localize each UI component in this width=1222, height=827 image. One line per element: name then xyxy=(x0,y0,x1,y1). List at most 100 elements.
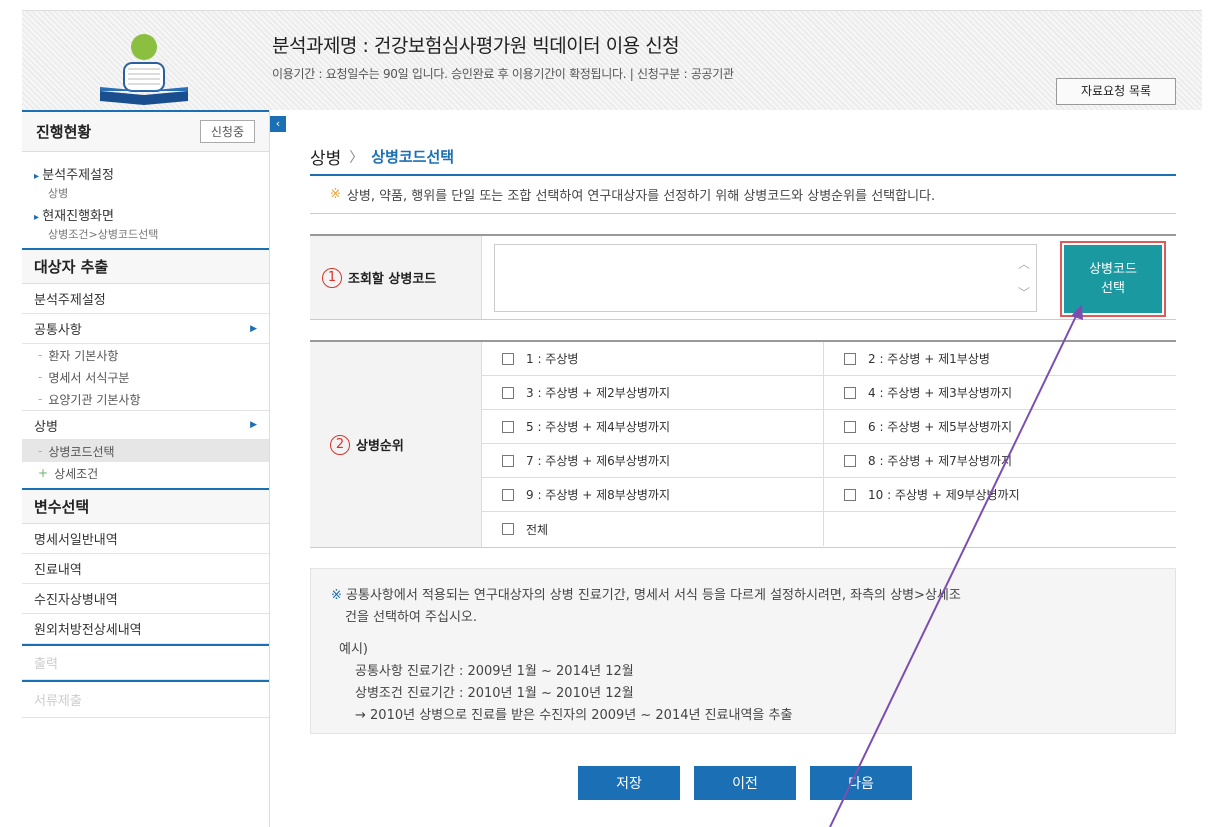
rank-option[interactable]: 2 : 주상병 + 제1부상병 xyxy=(824,342,1176,376)
select-code-button[interactable]: 상병코드 선택 xyxy=(1060,241,1166,317)
checkbox-icon[interactable] xyxy=(844,488,856,501)
info-text: ※ 공통사항에서 적용되는 연구대상자의 상병 진료기간, 명세서 서식 등을 … xyxy=(331,585,1155,607)
dash-icon: - xyxy=(38,392,43,406)
sidebar-item-label: 분석주제설정 xyxy=(34,293,106,308)
step-number-2: 2 xyxy=(330,434,350,455)
progress-status: 분석주제설정 상병 현재진행화면 상병조건>상병코드선택 xyxy=(22,152,269,248)
example-line: → 2010년 상병으로 진료를 받은 수진자의 2009년 ~ 2014년 진… xyxy=(355,708,793,723)
info-line-2: 건을 선택하여 주십시오. xyxy=(345,610,477,625)
rank-option-all[interactable]: 전체 xyxy=(482,512,824,546)
rank-option-label: 7 : 주상병 + 제6부상병까지 xyxy=(526,454,670,468)
save-button[interactable]: 저장 xyxy=(578,766,680,800)
select-code-button-face[interactable]: 상병코드 선택 xyxy=(1064,245,1162,313)
info-line-1: 공통사항에서 적용되는 연구대상자의 상병 진료기간, 명세서 서식 등을 다르… xyxy=(346,588,961,603)
sidebar-subitem-patient[interactable]: - 환자 기본사항 xyxy=(22,344,269,366)
rank-row-label: 2 상병순위 xyxy=(310,342,482,547)
sidebar-subitem-form[interactable]: - 명세서 서식구분 xyxy=(22,366,269,388)
scroll-down-icon[interactable]: ﹀ xyxy=(1018,284,1030,301)
breadcrumb-parent: 상병 xyxy=(310,149,342,169)
arrow-right-icon: ▶ xyxy=(250,323,257,334)
sidebar-item-disease[interactable]: 상병 ▶ xyxy=(22,410,269,440)
sidebar-item-variable[interactable]: 원외처방전상세내역 xyxy=(22,614,269,644)
status-topic-label: 분석주제설정 xyxy=(34,164,257,183)
rank-option-label: 5 : 주상병 + 제4부상병까지 xyxy=(526,420,670,434)
sidebar-subitem-label: 상병코드선택 xyxy=(48,444,115,459)
progress-header: 진행현황 신청중 xyxy=(22,110,269,152)
collapse-sidebar-icon[interactable]: ‹ xyxy=(270,116,286,132)
dash-icon: - xyxy=(38,444,43,458)
rank-option-label: 9 : 주상병 + 제8부상병까지 xyxy=(526,488,670,502)
rank-option[interactable]: 5 : 주상병 + 제4부상병까지 xyxy=(482,410,824,444)
sidebar-item-common[interactable]: 공통사항 ▶ xyxy=(22,314,269,344)
rank-option-label: 4 : 주상병 + 제3부상병까지 xyxy=(868,386,1012,400)
page: 분석과제명 : 건강보험심사평가원 빅데이터 이용 신청 이용기간 : 요청일수… xyxy=(0,0,1222,827)
rank-option[interactable]: 3 : 주상병 + 제2부상병까지 xyxy=(482,376,824,410)
status-badge: 신청중 xyxy=(199,120,255,143)
status-current-label: 현재진행화면 xyxy=(34,205,257,224)
sidebar-item-topic[interactable]: 분석주제설정 xyxy=(22,284,269,314)
sidebar-subitem-institution[interactable]: - 요양기관 기본사항 xyxy=(22,388,269,410)
sidebar: 진행현황 신청중 분석주제설정 상병 현재진행화면 상병조건>상병코드선택 대상… xyxy=(22,110,270,827)
rank-option-label: 3 : 주상병 + 제2부상병까지 xyxy=(526,386,670,400)
sidebar-subitem-detail[interactable]: + 상세조건 xyxy=(22,462,269,484)
rank-row: 2 상병순위 1 : 주상병 2 : 주상병 + 제1부상병 3 : 주상병 +… xyxy=(310,340,1176,548)
checkbox-icon[interactable] xyxy=(502,420,514,433)
rank-option-label: 1 : 주상병 xyxy=(526,352,579,366)
rank-option[interactable]: 6 : 주상병 + 제5부상병까지 xyxy=(824,410,1176,444)
rank-label-text: 상병순위 xyxy=(356,439,404,454)
info-mark-icon: ※ xyxy=(331,588,342,603)
rank-option-label: 10 : 주상병 + 제9부상병까지 xyxy=(868,488,1020,502)
rank-option[interactable]: 1 : 주상병 xyxy=(482,342,824,376)
checkbox-icon[interactable] xyxy=(502,352,514,365)
info-box: ※ 공통사항에서 적용되는 연구대상자의 상병 진료기간, 명세서 서식 등을 … xyxy=(310,568,1176,734)
example-line: 상병조건 진료기간 : 2010년 1월 ~ 2010년 12월 xyxy=(355,686,634,701)
rank-option[interactable]: 10 : 주상병 + 제9부상병까지 xyxy=(824,478,1176,512)
request-list-button[interactable]: 자료요청 목록 xyxy=(1056,78,1176,105)
rank-option-label: 2 : 주상병 + 제1부상병 xyxy=(868,352,990,366)
rank-option[interactable]: 4 : 주상병 + 제3부상병까지 xyxy=(824,376,1176,410)
status-topic-value: 상병 xyxy=(48,187,69,200)
example-title: 예시) xyxy=(339,642,368,657)
select-code-label-2: 선택 xyxy=(1101,281,1125,296)
logo-reader-icon xyxy=(100,34,188,105)
next-button[interactable]: 다음 xyxy=(810,766,912,800)
sidebar-subitem-code-select[interactable]: - 상병코드선택 xyxy=(22,440,269,462)
status-current-value: 상병조건>상병코드선택 xyxy=(48,228,159,241)
checkbox-icon[interactable] xyxy=(502,386,514,399)
checkbox-icon[interactable] xyxy=(844,352,856,365)
breadcrumb-current: 상병코드선택 xyxy=(371,148,455,166)
checkbox-icon[interactable] xyxy=(844,454,856,467)
rank-option[interactable]: 7 : 주상병 + 제6부상병까지 xyxy=(482,444,824,478)
code-row: 1 조회할 상병코드 ︿ ﹀ 상병코드 선택 xyxy=(310,234,1176,320)
sidebar-subitem-label: 명세서 서식구분 xyxy=(48,370,130,385)
prev-button[interactable]: 이전 xyxy=(694,766,796,800)
sidebar-item-submit: 서류제출 xyxy=(22,680,269,718)
rank-option[interactable]: 8 : 주상병 + 제7부상병까지 xyxy=(824,444,1176,478)
sidebar-subitem-label: 환자 기본사항 xyxy=(48,348,119,363)
disease-code-textarea[interactable]: ︿ ﹀ xyxy=(494,244,1037,312)
code-input-area: ︿ ﹀ 상병코드 선택 xyxy=(482,236,1176,319)
usage-period-text: 이용기간 : 요청일수는 90일 입니다. 승인완료 후 이용기간이 확정됩니다… xyxy=(272,67,734,81)
dash-icon: - xyxy=(38,348,43,362)
example-line: 공통사항 진료기간 : 2009년 1월 ~ 2014년 12월 xyxy=(355,664,634,679)
step-number-1: 1 xyxy=(322,267,342,288)
dash-icon: - xyxy=(38,370,43,384)
checkbox-icon[interactable] xyxy=(502,523,514,535)
scroll-up-icon[interactable]: ︿ xyxy=(1018,255,1030,272)
page-title: 분석과제명 : 건강보험심사평가원 빅데이터 이용 신청 xyxy=(272,35,680,57)
notice-text: 상병, 약품, 행위를 단일 또는 조합 선택하여 연구대상자를 선정하기 위해… xyxy=(346,189,936,204)
checkbox-icon[interactable] xyxy=(502,488,514,501)
variable-group-title: 변수선택 xyxy=(22,488,269,524)
checkbox-icon[interactable] xyxy=(844,386,856,399)
sidebar-subitem-label: 요양기관 기본사항 xyxy=(48,392,141,407)
checkbox-icon[interactable] xyxy=(844,420,856,433)
code-row-label: 1 조회할 상병코드 xyxy=(310,236,482,319)
checkbox-icon[interactable] xyxy=(502,454,514,467)
sidebar-item-variable[interactable]: 수진자상병내역 xyxy=(22,584,269,614)
sidebar-item-variable[interactable]: 진료내역 xyxy=(22,554,269,584)
sidebar-item-label: 공통사항 xyxy=(34,323,82,338)
sidebar-item-variable[interactable]: 명세서일반내역 xyxy=(22,524,269,554)
sidebar-subitem-label: 상세조건 xyxy=(54,466,99,481)
code-label-text: 조회할 상병코드 xyxy=(348,272,437,287)
rank-option[interactable]: 9 : 주상병 + 제8부상병까지 xyxy=(482,478,824,512)
